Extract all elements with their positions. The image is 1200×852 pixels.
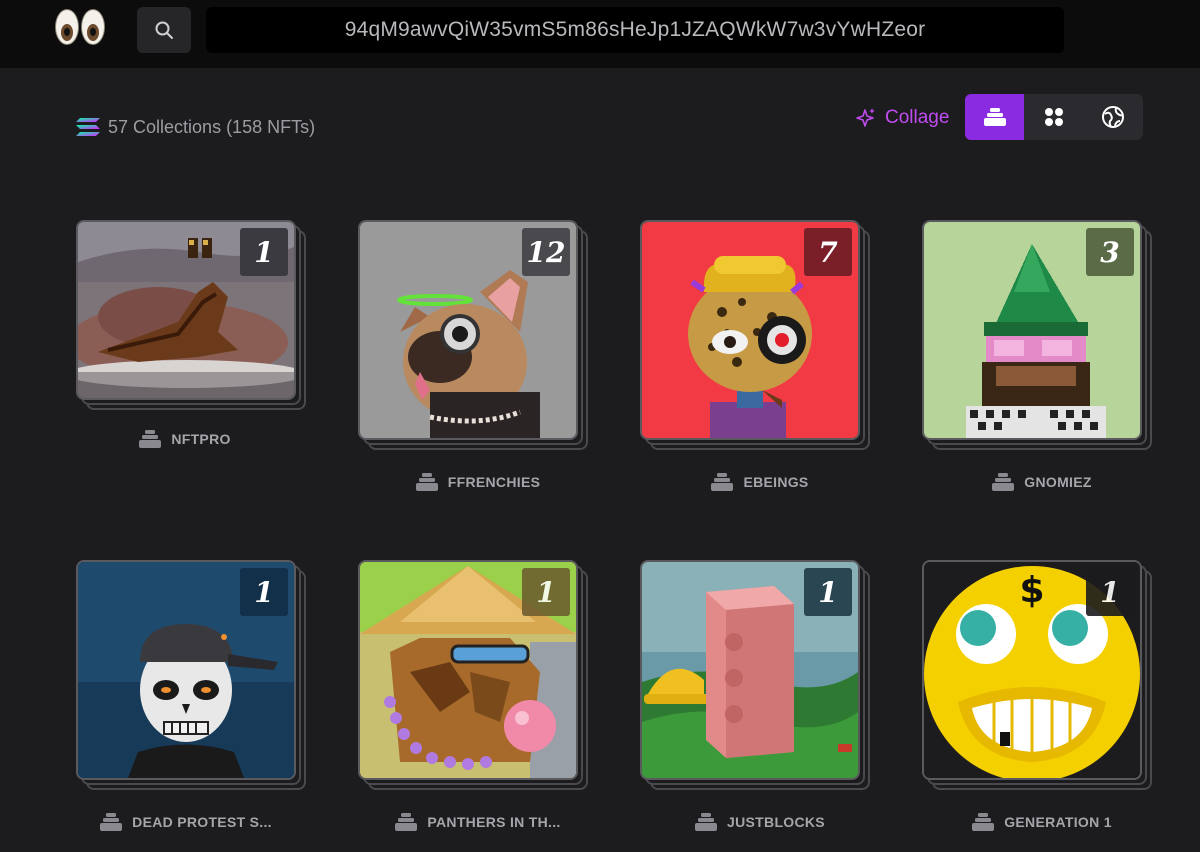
stack-icon <box>972 813 995 831</box>
stack-icon <box>992 473 1015 491</box>
collection-name: GENERATION 1 <box>1004 814 1112 830</box>
stack-icon <box>395 813 418 831</box>
eyes-icon[interactable] <box>53 9 109 47</box>
nft-count-badge: 7 <box>804 228 852 276</box>
globe-view-button[interactable] <box>1083 94 1142 140</box>
collection-name: JUSTBLOCKS <box>727 814 825 830</box>
collection-label: PANTHERS IN TH... <box>358 810 598 834</box>
collection-name: FFRENCHIES <box>447 474 541 490</box>
address-input[interactable]: 94qM9awvQiW35vmS5m86sHeJp1JZAQWkW7w3vYwH… <box>206 7 1064 53</box>
nft-count-badge: 3 <box>1086 228 1134 276</box>
collection-name: GNOMIEZ <box>1024 474 1092 490</box>
nft-count-badge: 12 <box>522 228 570 276</box>
collection-label: FFRENCHIES <box>358 470 598 494</box>
svg-text:$: $ <box>1019 570 1044 611</box>
stack-icon <box>139 430 162 448</box>
stack-icon <box>695 813 718 831</box>
nft-count-badge: 1 <box>240 568 288 616</box>
solana-icon <box>76 118 100 136</box>
address-text: 94qM9awvQiW35vmS5m86sHeJp1JZAQWkW7w3vYwH… <box>344 18 926 41</box>
stack-view-button[interactable] <box>965 94 1024 140</box>
collection-label: GENERATION 1 <box>922 810 1162 834</box>
search-button[interactable] <box>137 7 191 53</box>
stack-icon <box>415 473 438 491</box>
grid-icon <box>1044 108 1063 126</box>
top-bar: 94qM9awvQiW35vmS5m86sHeJp1JZAQWkW7w3vYwH… <box>0 0 1200 68</box>
collection-name: NFTPRO <box>171 431 231 447</box>
nft-count-badge: 1 <box>240 228 288 276</box>
stack-icon <box>100 813 123 831</box>
sparkles-icon <box>856 108 875 127</box>
collection-label: NFTPRO <box>65 427 305 451</box>
nft-count-badge: 1 <box>804 568 852 616</box>
stack-icon <box>711 473 734 491</box>
search-icon <box>155 21 173 39</box>
collection-label: GNOMIEZ <box>922 470 1162 494</box>
nft-count-badge: 1 <box>1086 568 1134 616</box>
collage-button[interactable]: Collage <box>855 104 949 132</box>
collection-label: DEAD PROTEST S... <box>66 810 306 834</box>
collage-label: Collage <box>885 107 950 128</box>
collection-name: EBEINGS <box>743 474 809 490</box>
collection-summary: 57 Collections (158 NFTs) <box>76 114 315 140</box>
collection-name: PANTHERS IN TH... <box>427 814 561 830</box>
collection-label: JUSTBLOCKS <box>640 810 880 834</box>
nft-count-badge: 1 <box>522 568 570 616</box>
collection-label: EBEINGS <box>640 470 880 494</box>
view-toggle <box>965 94 1143 140</box>
stack-icon <box>983 108 1006 126</box>
collection-name: DEAD PROTEST S... <box>132 814 272 830</box>
globe-icon <box>1101 106 1124 128</box>
grid-view-button[interactable] <box>1024 94 1083 140</box>
summary-text: 57 Collections (158 NFTs) <box>108 116 316 137</box>
